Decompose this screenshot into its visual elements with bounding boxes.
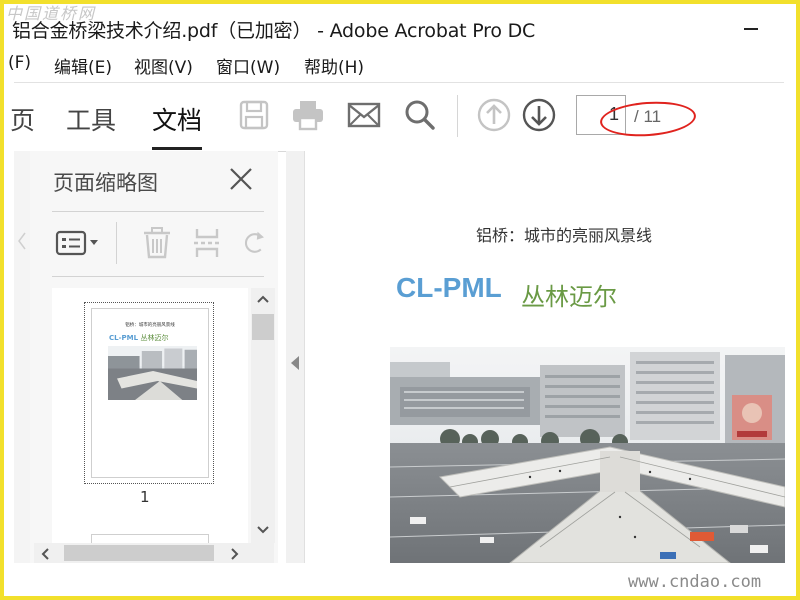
search-icon[interactable] <box>402 97 438 133</box>
minimize-button[interactable] <box>744 28 758 30</box>
extract-page-icon[interactable] <box>190 224 224 262</box>
panel-collapse-strip[interactable] <box>286 151 305 563</box>
next-page-icon[interactable] <box>521 97 557 133</box>
active-tab-indicator <box>152 147 202 150</box>
scroll-right-icon[interactable] <box>230 547 240 561</box>
scrollbar-thumb[interactable] <box>64 545 214 561</box>
document-heading: 铝桥：城市的亮丽风景线 <box>476 226 653 245</box>
tab-home[interactable]: 页 <box>10 101 35 137</box>
bridge-photo <box>390 347 785 563</box>
pane-tab-notch <box>18 232 26 250</box>
watermark-bottom: www.cndao.com <box>628 572 762 592</box>
rotate-page-icon[interactable] <box>240 224 264 262</box>
panel-tool-separator <box>116 222 117 264</box>
thumbnail-options-icon[interactable] <box>55 224 101 262</box>
print-icon[interactable] <box>290 97 326 133</box>
menu-file[interactable]: (F) <box>8 53 31 73</box>
thumbnail-photo <box>108 346 197 400</box>
thumbnail-brand-text: CL-PML <box>109 334 139 342</box>
collapse-panel-icon[interactable] <box>289 355 301 371</box>
thumbnail-page-number: 1 <box>140 488 150 506</box>
delete-page-icon[interactable] <box>140 224 174 262</box>
toolbar-separator <box>457 95 458 137</box>
tab-tools[interactable]: 工具 <box>66 101 116 137</box>
document-brand-cn: 丛林迈尔 <box>521 283 617 311</box>
menu-edit[interactable]: 编辑(E) <box>54 53 112 78</box>
menu-view[interactable]: 视图(V) <box>134 53 193 78</box>
scrollbar-thumb[interactable] <box>252 314 274 340</box>
scroll-left-icon[interactable] <box>40 547 50 561</box>
panel-title: 页面缩略图 <box>53 171 158 195</box>
thumbnail-brand-cn: 丛林迈尔 <box>140 334 169 342</box>
menu-bar: (F) 编辑(E) 视图(V) 窗口(W) 帮助(H) <box>4 50 796 80</box>
previous-page-icon[interactable] <box>476 97 512 133</box>
tab-document[interactable]: 文档 <box>152 101 202 137</box>
panel-divider <box>52 276 264 277</box>
panel-divider <box>52 211 264 212</box>
close-icon[interactable] <box>228 166 254 192</box>
title-bar: 铝合金桥梁技术介绍.pdf（已加密） - Adobe Acrobat Pro D… <box>4 4 796 46</box>
email-icon[interactable] <box>346 97 382 133</box>
save-icon[interactable] <box>236 97 272 133</box>
scroll-down-icon[interactable] <box>256 525 270 535</box>
document-brand: CL-PML <box>396 272 502 303</box>
navigation-pane-strip <box>14 151 31 563</box>
menu-help[interactable]: 帮助(H) <box>304 53 364 78</box>
scroll-up-icon[interactable] <box>256 294 270 304</box>
thumbnail-heading: 铝桥：城市的亮丽风景线 <box>125 323 175 328</box>
thumbnail-brand: CL-PML 丛林迈尔 <box>109 333 169 343</box>
menu-window[interactable]: 窗口(W) <box>216 53 280 78</box>
watermark-top: 中国道桥网 <box>6 4 97 23</box>
